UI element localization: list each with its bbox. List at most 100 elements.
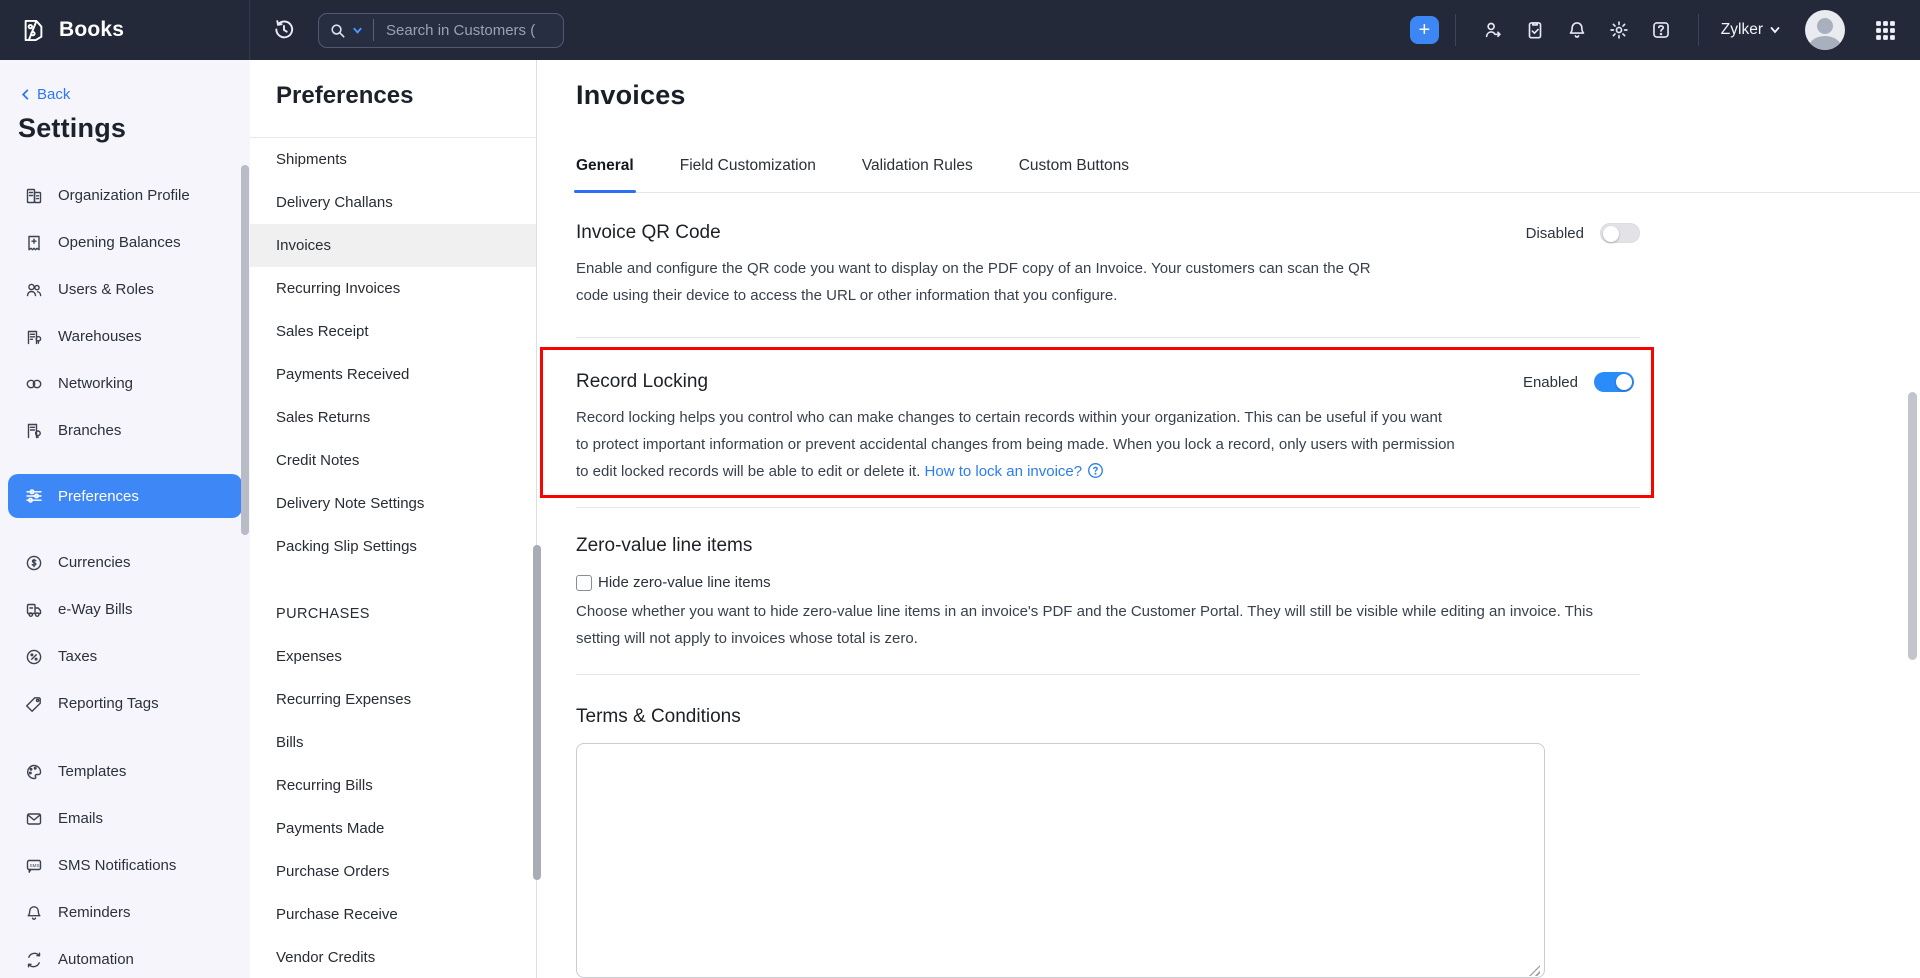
search-input[interactable]: [386, 22, 536, 39]
page-scrollbar-thumb[interactable]: [1908, 392, 1917, 660]
global-search[interactable]: [318, 13, 564, 48]
user-avatar[interactable]: [1805, 10, 1845, 50]
preferences-item-payments-received[interactable]: Payments Received: [250, 353, 536, 396]
preferences-item-bills[interactable]: Bills: [250, 721, 536, 764]
preferences-item-recurring-bills[interactable]: Recurring Bills: [250, 764, 536, 807]
sidebar-item-label: Organization Profile: [58, 187, 190, 204]
toggle-knob: [1603, 226, 1619, 242]
bell-icon: [24, 903, 44, 923]
sidebar-item-opening-balances[interactable]: Opening Balances: [0, 219, 250, 266]
sidebar-item-label: Automation: [58, 951, 134, 968]
sidebar-item-automation[interactable]: Automation: [0, 936, 250, 978]
question-circle-icon[interactable]: [1087, 462, 1104, 479]
tag-icon: [24, 694, 44, 714]
sidebar-item-emails[interactable]: Emails: [0, 795, 250, 842]
preferences-scrollbar-thumb[interactable]: [533, 545, 541, 880]
sidebar-item-label: Reporting Tags: [58, 695, 159, 712]
invoice-qr-toggle[interactable]: [1600, 223, 1640, 243]
sidebar-item-branches[interactable]: Branches: [0, 407, 250, 454]
tab-general[interactable]: General: [576, 157, 634, 192]
preferences-item-delivery-note-settings[interactable]: Delivery Note Settings: [250, 482, 536, 525]
sidebar-item-currencies[interactable]: Currencies: [0, 539, 250, 586]
hide-zero-value-checkbox[interactable]: [576, 575, 592, 591]
quick-create-button[interactable]: +: [1410, 16, 1439, 44]
automation-icon: [24, 950, 44, 970]
org-switcher[interactable]: Zylker: [1721, 21, 1781, 39]
preferences-item-purchase-receive[interactable]: Purchase Receive: [250, 893, 536, 936]
preferences-item-vendor-credits[interactable]: Vendor Credits: [250, 936, 536, 978]
preferences-section-purchases: PURCHASES: [250, 592, 536, 635]
record-locking-description: Record locking helps you control who can…: [576, 404, 1456, 485]
record-locking-toggle[interactable]: [1594, 372, 1634, 392]
sidebar-item-templates[interactable]: Templates: [0, 748, 250, 795]
preferences-item-delivery-challans[interactable]: Delivery Challans: [250, 181, 536, 224]
sidebar-item-label: Reminders: [58, 904, 131, 921]
books-logo-icon: [20, 17, 47, 44]
sidebar-item-organization-profile[interactable]: Organization Profile: [0, 172, 250, 219]
section-divider: [576, 674, 1640, 675]
preferences-item-sales-receipt[interactable]: Sales Receipt: [250, 310, 536, 353]
tab-custom-buttons[interactable]: Custom Buttons: [1019, 157, 1129, 192]
preferences-item-credit-notes[interactable]: Credit Notes: [250, 439, 536, 482]
preferences-item-expenses[interactable]: Expenses: [250, 635, 536, 678]
sidebar-item-taxes[interactable]: Taxes: [0, 633, 250, 680]
building-icon: [24, 186, 44, 206]
help-icon[interactable]: [1650, 19, 1672, 41]
avatar-silhouette: [1817, 18, 1833, 34]
section-divider: [576, 507, 1640, 508]
sidebar-item-label: Networking: [58, 375, 133, 392]
branch-icon: [24, 421, 44, 441]
preferences-item-payments-made[interactable]: Payments Made: [250, 807, 536, 850]
referral-icon[interactable]: [1482, 19, 1504, 41]
preferences-item-sales-returns[interactable]: Sales Returns: [250, 396, 536, 439]
toggle-knob: [1616, 374, 1632, 390]
zero-value-description: Choose whether you want to hide zero-val…: [576, 598, 1638, 652]
sidebar-item-label: Templates: [58, 763, 126, 780]
search-scope-chevron-icon[interactable]: [352, 25, 363, 36]
settings-title: Settings: [0, 103, 250, 144]
sidebar-item-e-way-bills[interactable]: e-Way Bills: [0, 586, 250, 633]
preferences-item-purchase-orders[interactable]: Purchase Orders: [250, 850, 536, 893]
tab-validation-rules[interactable]: Validation Rules: [862, 157, 973, 192]
sidebar-scrollbar-thumb[interactable]: [241, 165, 249, 535]
users-icon: [24, 280, 44, 300]
avatar-silhouette: [1809, 36, 1841, 50]
links-icon: [24, 374, 44, 394]
preferences-item-invoices[interactable]: Invoices: [250, 224, 536, 267]
bell-icon[interactable]: [1566, 19, 1588, 41]
recent-history-icon[interactable]: [272, 18, 296, 42]
tab-bar: General Field Customization Validation Rul…: [576, 157, 1920, 193]
sidebar-item-label: Preferences: [58, 488, 139, 505]
sidebar-item-networking[interactable]: Networking: [0, 360, 250, 407]
sidebar-item-label: Taxes: [58, 648, 97, 665]
hide-zero-value-label[interactable]: Hide zero-value line items: [598, 574, 771, 591]
tab-field-customization[interactable]: Field Customization: [680, 157, 816, 192]
sidebar-item-label: Warehouses: [58, 328, 142, 345]
preferences-item-recurring-expenses[interactable]: Recurring Expenses: [250, 678, 536, 721]
sidebar-item-users-roles[interactable]: Users & Roles: [0, 266, 250, 313]
product-name: Books: [59, 18, 124, 42]
sidebar-item-label: e-Way Bills: [58, 601, 132, 618]
how-to-lock-link[interactable]: How to lock an invoice?: [925, 463, 1083, 480]
topbar-divider: [1698, 14, 1699, 46]
mail-icon: [24, 809, 44, 829]
preferences-item-shipments[interactable]: Shipments: [250, 138, 536, 181]
sidebar-item-preferences[interactable]: Preferences: [8, 474, 242, 518]
sms-icon: SMS: [24, 856, 44, 876]
invoice-qr-title: Invoice QR Code: [576, 222, 721, 244]
clipboard-check-icon[interactable]: [1524, 19, 1546, 41]
topbar-divider: [1455, 14, 1456, 46]
gear-icon[interactable]: [1608, 19, 1630, 41]
apps-grid-icon[interactable]: [1873, 18, 1898, 43]
sidebar-item-reminders[interactable]: Reminders: [0, 889, 250, 936]
back-link[interactable]: Back: [0, 60, 250, 103]
sidebar-item-reporting-tags[interactable]: Reporting Tags: [0, 680, 250, 727]
preferences-item-packing-slip-settings[interactable]: Packing Slip Settings: [250, 525, 536, 568]
sidebar-item-sms-notifications[interactable]: SMSSMS Notifications: [0, 842, 250, 889]
terms-textarea[interactable]: [576, 743, 1545, 978]
product-logo[interactable]: Books: [0, 0, 250, 60]
terms-title: Terms & Conditions: [576, 706, 1640, 728]
zoho-books-app: Books +: [0, 0, 1920, 978]
sidebar-item-warehouses[interactable]: Warehouses: [0, 313, 250, 360]
preferences-item-recurring-invoices[interactable]: Recurring Invoices: [250, 267, 536, 310]
